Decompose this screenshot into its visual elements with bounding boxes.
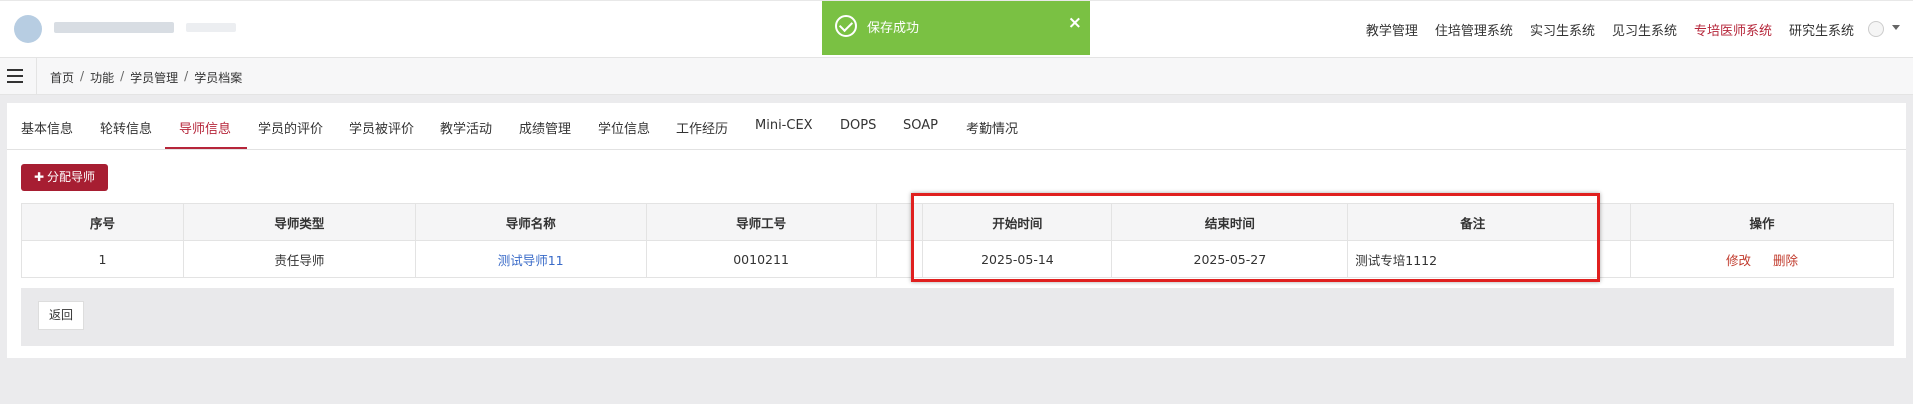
success-toast: 保存成功 × — [822, 1, 1090, 55]
tab-teaching-activities[interactable]: 教学活动 — [440, 118, 492, 137]
tab-degree-info[interactable]: 学位信息 — [598, 118, 650, 137]
breadcrumb-student-file: 学员档案 — [194, 71, 243, 85]
col-index: 序号 — [21, 203, 184, 241]
col-spacer2 — [1597, 203, 1632, 241]
cell-mentor-id: 0010211 — [645, 240, 877, 278]
nav-graduate[interactable]: 研究生系统 — [1789, 20, 1854, 39]
col-mentor-id: 导师工号 — [645, 203, 877, 241]
col-mentor-name: 导师名称 — [414, 203, 647, 241]
tab-soap[interactable]: SOAP — [903, 118, 938, 133]
col-mentor-type: 导师类型 — [182, 203, 416, 241]
highlight-box — [911, 193, 1600, 282]
close-icon[interactable]: × — [1068, 15, 1082, 32]
breadcrumb: 首页 / 功能 / 学员管理 / 学员档案 — [50, 69, 243, 86]
chevron-down-icon[interactable] — [1892, 25, 1900, 30]
delete-button[interactable]: 删除 — [1773, 253, 1798, 268]
breadcrumb-function[interactable]: 功能 — [90, 69, 114, 86]
mentor-name-link[interactable]: 测试导师11 — [498, 253, 564, 268]
menu-icon[interactable] — [7, 69, 23, 83]
tab-rotation-info[interactable]: 轮转信息 — [100, 118, 152, 137]
nav-trainee[interactable]: 见习生系统 — [1612, 20, 1677, 39]
tab-mini-cex[interactable]: Mini-CEX — [755, 118, 813, 133]
tab-mentor-info[interactable]: 导师信息 — [179, 118, 231, 137]
tab-dops[interactable]: DOPS — [840, 118, 876, 133]
cell-mentor-type: 责任导师 — [182, 240, 416, 278]
breadcrumb-student-mgmt[interactable]: 学员管理 — [130, 69, 178, 86]
plus-icon: ✚ — [33, 170, 45, 184]
system-nav: 教学管理 住培管理系统 实习生系统 见习生系统 专培医师系统 研究生系统 — [1349, 20, 1854, 39]
tab-grades[interactable]: 成绩管理 — [519, 118, 571, 137]
assign-mentor-button[interactable]: ✚ 分配导师 — [21, 164, 108, 191]
tab-student-evaluations[interactable]: 学员的评价 — [258, 118, 323, 137]
breadcrumb-bar: 首页 / 功能 / 学员管理 / 学员档案 — [0, 57, 1913, 95]
cell-spacer2 — [1597, 240, 1632, 278]
tab-bar: 基本信息 轮转信息 导师信息 学员的评价 学员被评价 教学活动 成绩管理 学位信… — [7, 103, 1906, 150]
nav-specialist[interactable]: 专培医师系统 — [1694, 20, 1772, 39]
form-footer: 返回 — [21, 288, 1894, 346]
edit-button[interactable]: 修改 — [1726, 253, 1751, 268]
tab-basic-info[interactable]: 基本信息 — [21, 118, 73, 137]
active-tab-indicator — [165, 147, 247, 149]
toast-message: 保存成功 — [867, 21, 920, 36]
check-circle-icon — [835, 15, 857, 37]
system-name-blurred — [54, 22, 174, 33]
cell-actions: 修改 删除 — [1630, 240, 1894, 278]
tab-student-evaluated[interactable]: 学员被评价 — [349, 118, 414, 137]
back-button[interactable]: 返回 — [38, 301, 84, 330]
tab-work-experience[interactable]: 工作经历 — [676, 118, 728, 137]
tab-attendance[interactable]: 考勤情况 — [966, 118, 1018, 137]
nav-residency[interactable]: 住培管理系统 — [1435, 20, 1513, 39]
nav-teaching[interactable]: 教学管理 — [1366, 20, 1418, 39]
user-avatar-icon[interactable] — [1868, 21, 1884, 37]
app-logo — [14, 15, 42, 43]
breadcrumb-home[interactable]: 首页 — [50, 69, 74, 86]
col-actions: 操作 — [1630, 203, 1894, 241]
nav-intern[interactable]: 实习生系统 — [1530, 20, 1595, 39]
cell-mentor-name: 测试导师11 — [414, 240, 647, 278]
divider — [36, 58, 37, 95]
system-subname-blurred — [186, 23, 236, 32]
cell-index: 1 — [21, 240, 184, 278]
